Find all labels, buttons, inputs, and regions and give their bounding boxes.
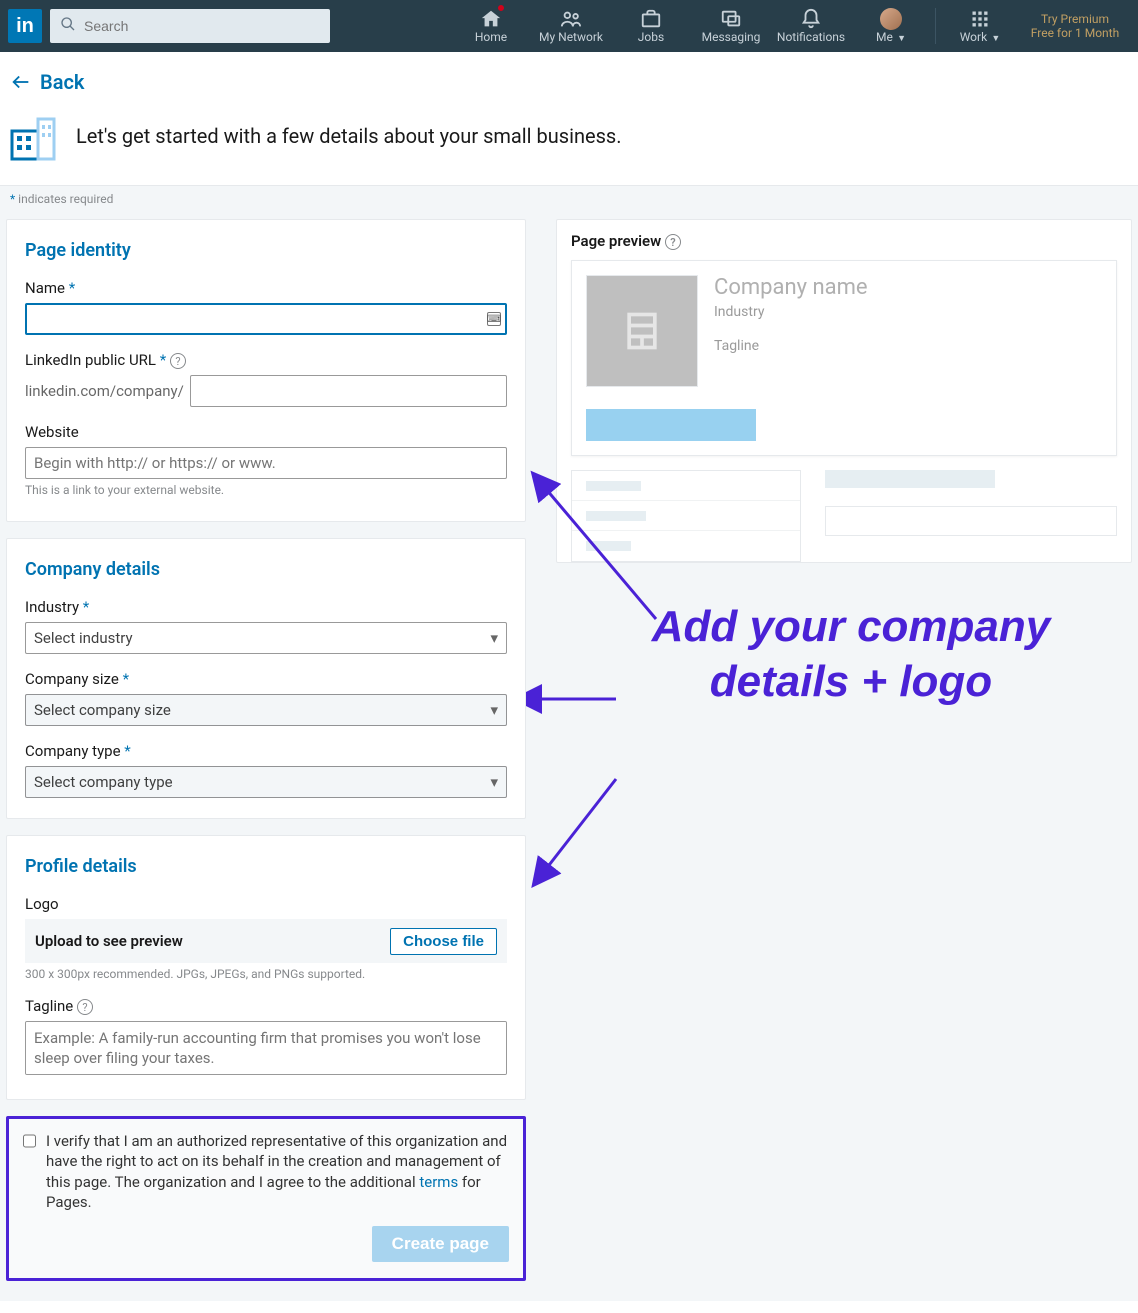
nav-messaging[interactable]: Messaging (691, 0, 771, 52)
nav-home[interactable]: Home (451, 0, 531, 52)
type-label: Company type * (25, 742, 507, 760)
industry-label: Industry * (25, 598, 507, 616)
search-input[interactable] (50, 9, 330, 43)
section-heading: Company details (25, 559, 507, 580)
help-icon[interactable]: ? (665, 234, 681, 250)
company-details-card: Company details Industry * Select indust… (6, 538, 526, 819)
size-label: Company size * (25, 670, 507, 688)
website-hint: This is a link to your external website. (25, 483, 507, 497)
back-link[interactable]: Back (10, 70, 84, 94)
hero-text: Let's get started with a few details abo… (76, 124, 622, 148)
preview-skeleton (571, 470, 1117, 562)
preview-tagline: Tagline (714, 338, 868, 354)
website-input[interactable] (25, 447, 507, 479)
building-icon (10, 111, 60, 161)
avatar-icon (880, 8, 902, 30)
name-input[interactable] (25, 303, 507, 335)
section-heading: Profile details (25, 856, 507, 877)
profile-details-card: Profile details Logo Upload to see previ… (6, 835, 526, 1100)
keyboard-icon: ⌨ (487, 312, 501, 326)
tagline-input[interactable] (25, 1021, 507, 1075)
required-note: * indicates required (0, 185, 1138, 213)
bell-icon (800, 8, 822, 30)
search-container (50, 9, 330, 43)
tagline-label: Tagline ? (25, 997, 507, 1015)
industry-select[interactable]: Select industry ▾ (25, 622, 507, 654)
preview-follow-placeholder (586, 409, 756, 441)
arrow-left-icon (10, 71, 32, 93)
type-select[interactable]: Select company type ▾ (25, 766, 507, 798)
help-icon[interactable]: ? (170, 353, 186, 369)
nav-label: Notifications (777, 30, 845, 44)
url-prefix: linkedin.com/company/ (25, 382, 184, 400)
upload-preview-label: Upload to see preview (35, 932, 183, 950)
search-icon (60, 16, 76, 36)
nav-label: Me ▼ (876, 30, 906, 44)
premium-link[interactable]: Try Premium Free for 1 Month (1020, 0, 1130, 52)
nav-jobs[interactable]: Jobs (611, 0, 691, 52)
website-label: Website (25, 423, 507, 441)
chevron-down-icon: ▾ (490, 773, 498, 791)
linkedin-logo[interactable]: in (8, 9, 42, 43)
chat-icon (720, 8, 742, 30)
page-identity-card: Page identity Name * ⌨ LinkedIn public U… (6, 219, 526, 522)
global-nav: in Home My Network Jobs Messaging Notifi… (0, 0, 1138, 52)
nav-network[interactable]: My Network (531, 0, 611, 52)
briefcase-icon (640, 8, 662, 30)
chevron-down-icon: ▾ (490, 629, 498, 647)
nav-separator (935, 8, 936, 44)
nav-label: Jobs (638, 30, 664, 44)
create-page-button[interactable]: Create page (372, 1226, 509, 1262)
name-label: Name * (25, 279, 507, 297)
nav-me[interactable]: Me ▼ (851, 0, 931, 52)
logo-upload-row: Upload to see preview Choose file (25, 919, 507, 963)
nav-label: Messaging (702, 30, 761, 44)
nav-work[interactable]: Work ▼ (940, 0, 1020, 52)
nav-label: My Network (539, 30, 603, 44)
page-preview-card: Page preview ? Company name Industry Tag… (556, 219, 1132, 563)
url-input[interactable] (190, 375, 507, 407)
caret-down-icon: ▼ (989, 34, 1000, 44)
verify-checkbox[interactable] (23, 1133, 36, 1149)
verify-box: I verify that I am an authorized represe… (6, 1116, 526, 1281)
preview-company-name: Company name (714, 275, 868, 300)
section-heading: Page identity (25, 240, 507, 261)
people-icon (560, 8, 582, 30)
apps-grid-icon (970, 8, 990, 30)
choose-file-button[interactable]: Choose file (390, 928, 497, 955)
help-icon[interactable]: ? (77, 999, 93, 1015)
preview-inner: Company name Industry Tagline (571, 260, 1117, 456)
annotation-text: Add your company details + logo (616, 599, 1086, 709)
nav-notifications[interactable]: Notifications (771, 0, 851, 52)
verify-text: I verify that I am an authorized represe… (46, 1131, 509, 1212)
nav-label: Work ▼ (960, 30, 1001, 44)
logo-label: Logo (25, 895, 507, 913)
back-label: Back (40, 70, 84, 94)
url-label: LinkedIn public URL * ? (25, 351, 507, 369)
size-select[interactable]: Select company size ▾ (25, 694, 507, 726)
hero: Let's get started with a few details abo… (0, 107, 1138, 185)
terms-link[interactable]: terms (419, 1173, 458, 1191)
preview-title: Page preview ? (571, 232, 1117, 250)
chevron-down-icon: ▾ (490, 701, 498, 719)
notification-dot-icon (497, 4, 505, 12)
logo-hint: 300 x 300px recommended. JPGs, JPEGs, an… (25, 967, 507, 981)
preview-logo-placeholder (586, 275, 698, 387)
preview-industry: Industry (714, 304, 868, 320)
caret-down-icon: ▼ (895, 34, 906, 44)
nav-label: Home (475, 30, 507, 44)
